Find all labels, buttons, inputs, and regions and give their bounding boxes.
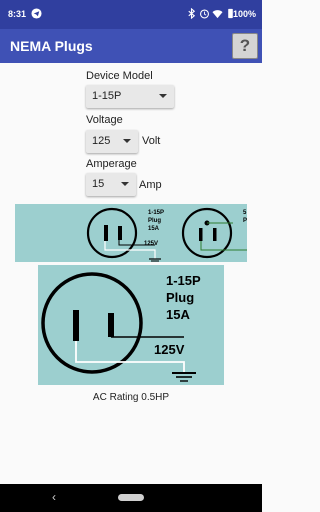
thumb1-model: 1-15P — [148, 210, 164, 216]
thumbnail-next[interactable]: 5 P — [181, 207, 247, 259]
app-bar: NEMA Plugs ? — [0, 29, 262, 63]
thumb1-voltage: 125V — [144, 241, 158, 247]
ac-rating: AC Rating 0.5HP — [92, 392, 170, 403]
status-time: 8:31 — [8, 9, 27, 19]
diagram-voltage: 125V — [154, 342, 185, 357]
chevron-down-icon — [121, 182, 129, 186]
help-button[interactable]: ? — [232, 33, 258, 59]
thumb1-amps: 15A — [148, 226, 160, 232]
thumb2-type-partial: P — [243, 218, 247, 224]
thumbnail-1-15p[interactable]: 1-15P Plug 15A 125V — [86, 207, 164, 262]
voltage-label: Voltage — [86, 114, 123, 126]
amperage-value: 15 — [92, 178, 105, 190]
plug-diagram: 1-15P Plug 15A 125V — [38, 265, 224, 385]
voltage-dropdown[interactable]: 125 — [86, 130, 138, 153]
diagram-type: Plug — [166, 290, 194, 305]
device-model-label: Device Model — [86, 70, 153, 82]
amperage-unit: Amp — [139, 179, 162, 191]
device-model-dropdown[interactable]: 1-15P — [86, 85, 174, 108]
back-icon[interactable]: ‹ — [52, 490, 56, 504]
wifi-icon — [212, 10, 223, 19]
app-title: NEMA Plugs — [10, 38, 93, 54]
thumb2-model-partial: 5 — [243, 210, 247, 216]
bluetooth-icon — [188, 8, 196, 19]
voltage-value: 125 — [92, 135, 111, 147]
amperage-label: Amperage — [86, 158, 137, 170]
thumb1-type: Plug — [148, 218, 161, 224]
hot-blade — [108, 313, 114, 337]
help-icon: ? — [239, 36, 251, 55]
plug-thumbnails: 1-15P Plug 15A 125V 5 P — [86, 207, 247, 262]
voltage-unit: Volt — [142, 135, 161, 147]
navigation-bar: ‹ — [0, 484, 262, 512]
alarm-icon — [200, 9, 209, 19]
plug-outline — [41, 272, 143, 374]
battery-percentage: 100% — [232, 9, 256, 19]
neutral-blade — [73, 310, 79, 341]
device-model-value: 1-15P — [92, 90, 122, 102]
status-bar: 8:31 100% — [0, 0, 262, 29]
chevron-down-icon — [123, 139, 131, 143]
ground-icon — [172, 372, 196, 382]
home-handle[interactable] — [118, 494, 144, 501]
diagram-amps: 15A — [166, 307, 190, 322]
telegram-icon — [31, 8, 42, 19]
diagram-model: 1-15P — [166, 273, 201, 288]
chevron-down-icon — [159, 94, 167, 98]
plug-gallery-strip[interactable]: 1-15P Plug 15A 125V 5 P — [15, 204, 247, 262]
amperage-dropdown[interactable]: 15 — [86, 173, 136, 196]
